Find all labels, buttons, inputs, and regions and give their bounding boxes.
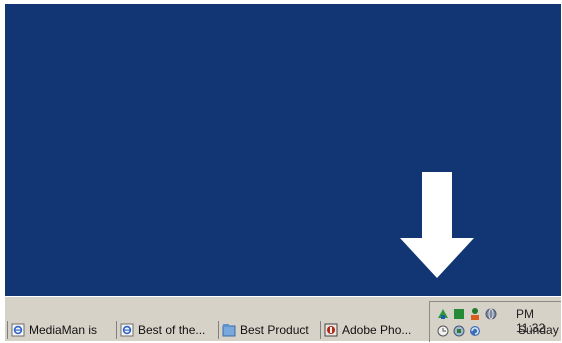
taskbar: MediaMan is Best of the... Best Product … (5, 296, 561, 342)
taskbar-button-adobe-photoshop[interactable]: Adobe Pho... (320, 321, 424, 339)
screen: MediaMan is Best of the... Best Product … (0, 0, 562, 342)
folder-window-icon (222, 323, 236, 337)
green-square-icon[interactable] (452, 307, 466, 321)
adobe-photoshop-icon (324, 323, 338, 337)
ie-page-icon (11, 323, 25, 337)
globe-icon[interactable] (484, 307, 498, 321)
taskbar-button-label: Best Product (240, 323, 309, 337)
taskbar-button-mediaman[interactable]: MediaMan is (7, 321, 116, 339)
down-arrow-annotation-icon (400, 172, 474, 278)
taskbar-button-label: Best of the... (138, 323, 206, 337)
taskbar-button-best-of-the[interactable]: Best of the... (116, 321, 216, 339)
refresh-globe-icon[interactable] (468, 324, 482, 338)
desktop-background[interactable] (5, 4, 561, 296)
taskbar-button-label: MediaMan is (29, 323, 98, 337)
clock-day[interactable]: Sunday (518, 323, 559, 337)
network-icon[interactable] (436, 307, 450, 321)
clock-icon[interactable] (436, 324, 450, 338)
ie-page-icon (120, 323, 134, 337)
app-icon[interactable] (452, 324, 466, 338)
system-tray: PM 11:32 Sunday (429, 301, 561, 342)
user-status-icon[interactable] (468, 307, 482, 321)
taskbar-button-label: Adobe Pho... (342, 323, 412, 337)
taskbar-button-best-product[interactable]: Best Product (218, 321, 318, 339)
